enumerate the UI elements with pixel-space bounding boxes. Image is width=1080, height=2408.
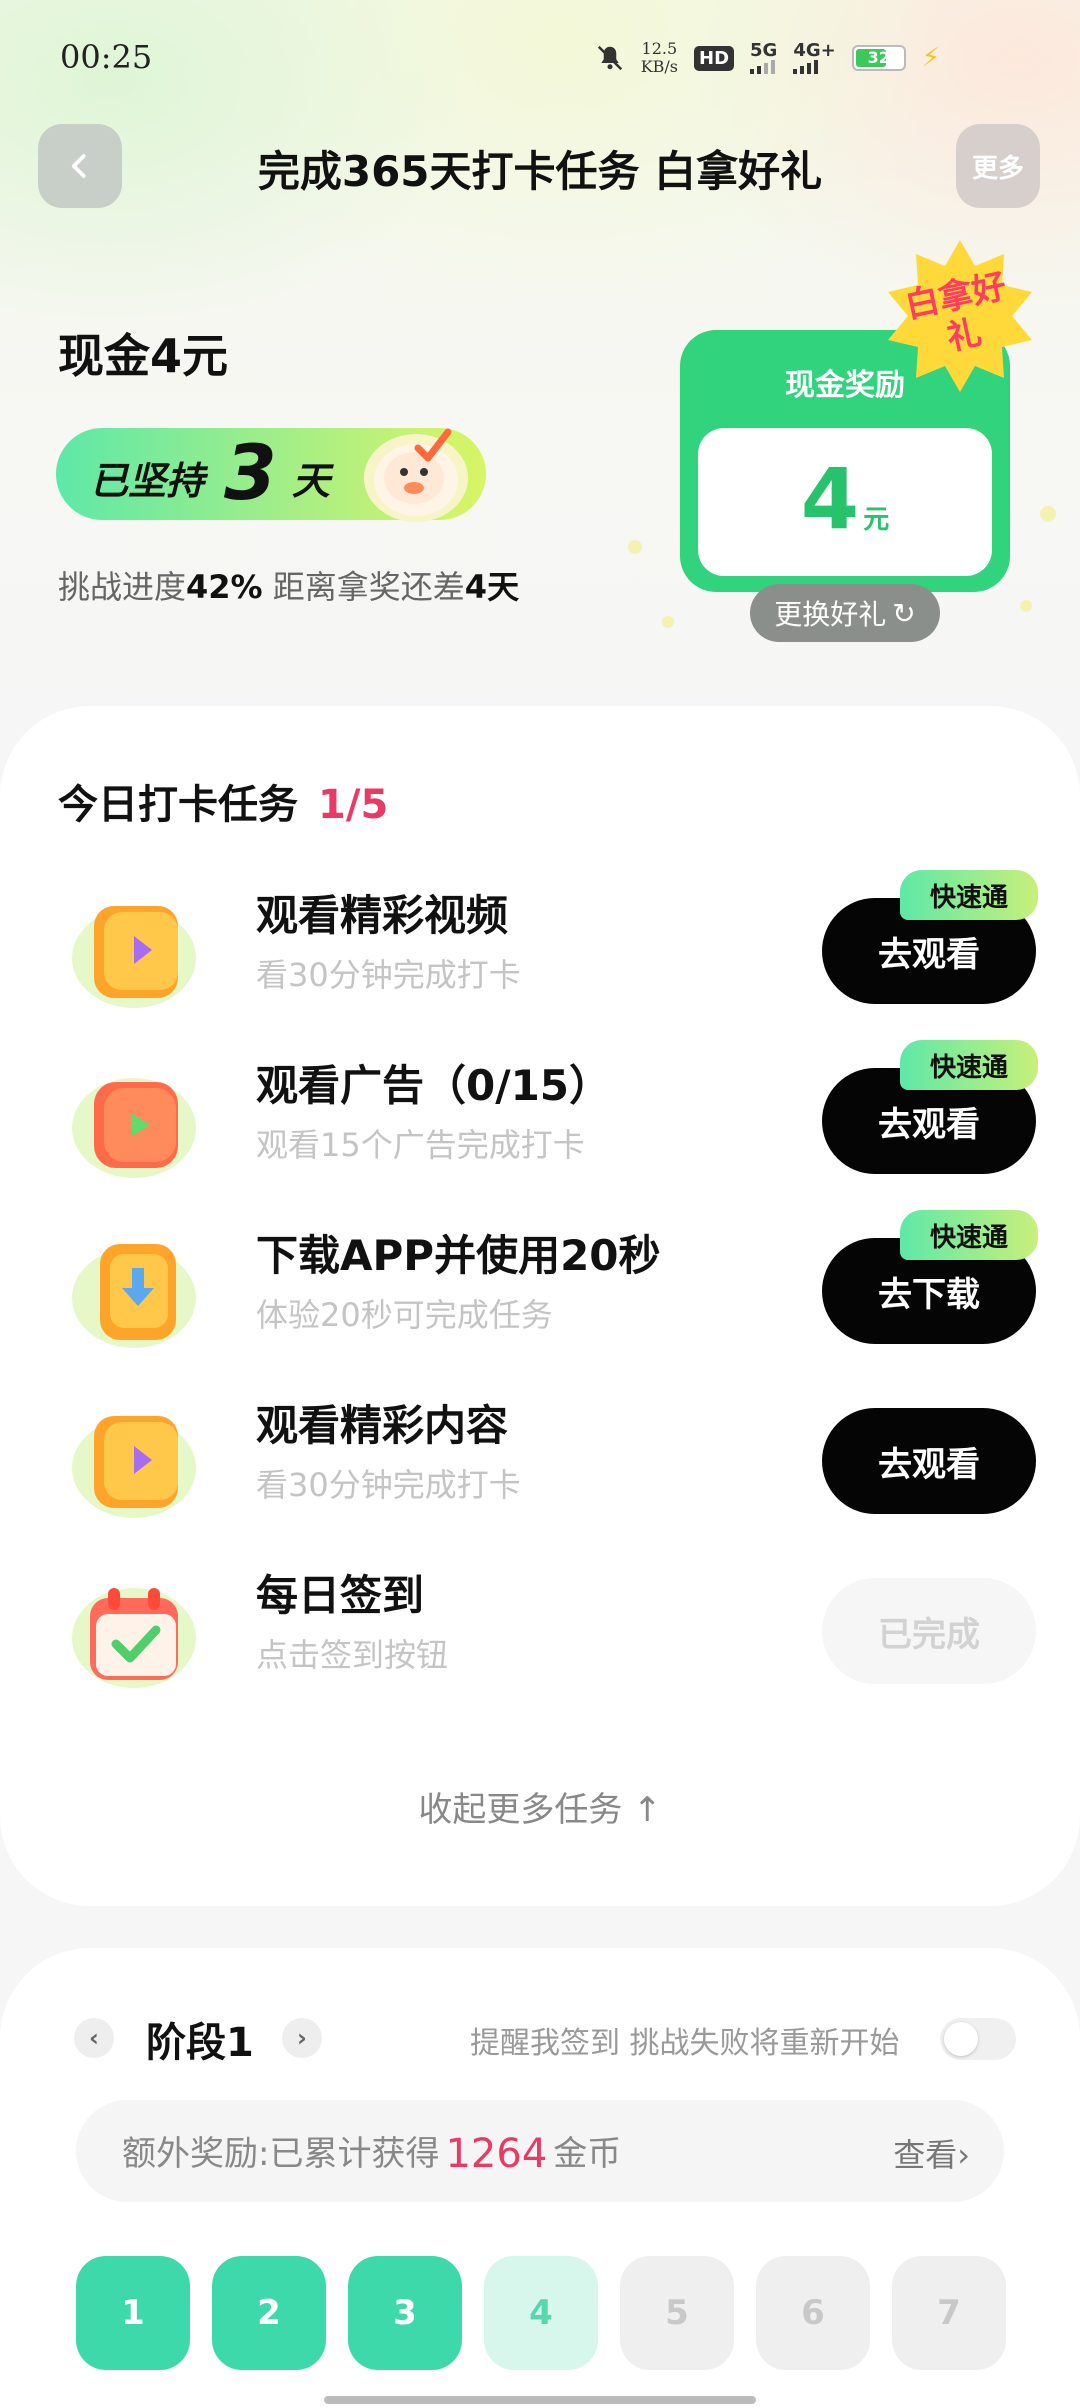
remind-text: 提醒我签到 挑战失败将重新开始 [470, 2026, 900, 2061]
task-desc: 看30分钟完成打卡 [256, 956, 521, 994]
bonus-unit: 金币 [553, 2134, 622, 2174]
toggle-knob [944, 2022, 978, 2056]
view-bonus-link[interactable]: 查看› [893, 2130, 970, 2176]
signal-bars-icon [750, 60, 777, 74]
task-desc: 体验20秒可完成任务 [256, 1296, 553, 1334]
chevron-right-icon: › [297, 2024, 307, 2052]
signal-4g: 4G+ [793, 40, 836, 74]
status-bar: 00:25 12.5 KB/s HD 5G 4G+ 32 ⚡ [0, 0, 1080, 120]
reward-amount-box: 4元 [698, 428, 992, 576]
bonus-amount: 1264 [445, 2131, 548, 2177]
battery-icon: 32 [851, 45, 906, 71]
stage-next-button[interactable]: › [282, 2018, 322, 2058]
task-row: 观看精彩内容 看30分钟完成打卡 去观看 [0, 1388, 1080, 1528]
signal-5g: 5G [750, 42, 777, 74]
remind-toggle[interactable] [940, 2018, 1016, 2060]
day-cell[interactable]: 4 [484, 2256, 598, 2370]
more-button[interactable]: 更多 [956, 124, 1040, 208]
task-desc: 观看15个广告完成打卡 [256, 1126, 585, 1164]
net-4g-label: 4G+ [793, 40, 836, 61]
stage-prev-button[interactable]: ‹ [74, 2018, 114, 2058]
mascot-icon [364, 428, 468, 522]
progress-text: 挑战进度42% 距离拿奖还差4天 [58, 562, 519, 608]
task-name: 观看精彩视频 [256, 891, 509, 940]
status-icons: 12.5 KB/s HD 5G 4G+ 32 ⚡ [595, 40, 940, 76]
remaining-days: 4天 [464, 568, 520, 606]
refresh-icon: ↻ [892, 596, 916, 630]
battery-level: 32 [867, 48, 890, 67]
task-row: 每日签到 点击签到按钮 已完成 [0, 1558, 1080, 1698]
fast-pass-badge: 快速通 [900, 870, 1038, 920]
reward-amount-unit: 元 [863, 505, 890, 535]
day-cell[interactable]: 5 [620, 2256, 734, 2370]
task-row: 观看广告（0/15） 观看15个广告完成打卡 去观看 快速通 [0, 1040, 1080, 1188]
day-cell[interactable]: 2 [212, 2256, 326, 2370]
status-time: 00:25 [60, 38, 153, 76]
page-title: 完成365天打卡任务 白拿好礼 [257, 147, 823, 196]
task-name: 观看广告（0/15） [256, 1061, 612, 1110]
reward-amount: 4元 [698, 450, 992, 548]
task-name: 观看精彩内容 [256, 1401, 509, 1450]
home-indicator[interactable] [324, 2396, 756, 2404]
reward-amount-value: 4 [800, 450, 860, 548]
task-name: 每日签到 [256, 1571, 425, 1620]
speed-unit: KB/s [640, 57, 679, 76]
swap-gift-button[interactable]: 更换好礼 ↻ [750, 584, 940, 642]
day-cell[interactable]: 3 [348, 2256, 462, 2370]
day-cell[interactable]: 7 [892, 2256, 1006, 2370]
progress-percent: 42% [186, 568, 263, 606]
sparkle-decoration [662, 616, 674, 628]
task-row: 下载APP并使用20秒 体验20秒可完成任务 去下载 快速通 [0, 1210, 1080, 1358]
watch-content-button[interactable]: 去观看 [822, 1408, 1036, 1514]
day-cell[interactable]: 1 [76, 2256, 190, 2370]
video-play-icon [72, 906, 196, 1008]
bonus-prefix: 额外奖励:已累计获得 [122, 2134, 440, 2174]
fast-pass-badge: 快速通 [900, 1210, 1038, 1260]
streak-suffix: 天 [292, 459, 331, 503]
download-icon [72, 1244, 196, 1348]
task-name: 下载APP并使用20秒 [256, 1231, 661, 1280]
cash-reward-title: 现金4元 [58, 329, 229, 383]
ad-play-icon [72, 1078, 196, 1178]
video-play-icon [72, 1416, 196, 1518]
chevron-left-icon: ‹ [89, 2024, 99, 2052]
bonus-bar: 额外奖励:已累计获得 1264 金币 查看› [76, 2100, 1004, 2202]
collapse-tasks-button[interactable]: 收起更多任务 ↑ [0, 1782, 1080, 1831]
day-cell[interactable]: 6 [756, 2256, 870, 2370]
tasks-count: 1/5 [318, 782, 389, 828]
speed-value: 12.5 [641, 39, 678, 58]
tasks-title-text: 今日打卡任务 [58, 782, 298, 828]
charging-icon: ⚡ [921, 43, 940, 73]
bonus-text: 额外奖励:已累计获得 1264 金币 [122, 2126, 622, 2177]
progress-prefix: 挑战进度 [58, 568, 187, 606]
swap-gift-label: 更换好礼 [774, 598, 887, 631]
day-progress-row: 1 2 3 4 5 6 7 [76, 2256, 1006, 2370]
streak-prefix: 已坚持 [90, 459, 205, 503]
signal-bars-icon [793, 60, 835, 74]
net-5g-label: 5G [750, 40, 778, 61]
task-row: 观看精彩视频 看30分钟完成打卡 去观看 快速通 [0, 870, 1080, 1018]
tasks-title: 今日打卡任务 1/5 [58, 772, 388, 830]
task-desc: 点击签到按钮 [256, 1636, 449, 1674]
checkin-done-button[interactable]: 已完成 [822, 1578, 1036, 1684]
fast-pass-badge: 快速通 [900, 1040, 1038, 1090]
hd-icon: HD [694, 45, 735, 71]
streak-days: 3 [224, 428, 277, 517]
sparkle-decoration [628, 540, 642, 554]
task-desc: 看30分钟完成打卡 [256, 1466, 521, 1504]
stage-label: 阶段1 [146, 2020, 254, 2066]
progress-mid: 距离拿奖还差 [262, 568, 465, 606]
mute-bell-icon [597, 45, 622, 71]
network-speed: 12.5 KB/s [641, 40, 678, 76]
sparkle-decoration [1040, 506, 1056, 522]
calendar-check-icon [72, 1588, 196, 1688]
sparkle-decoration [1020, 600, 1032, 612]
free-gift-badge: 白拿好礼 [880, 236, 1040, 396]
